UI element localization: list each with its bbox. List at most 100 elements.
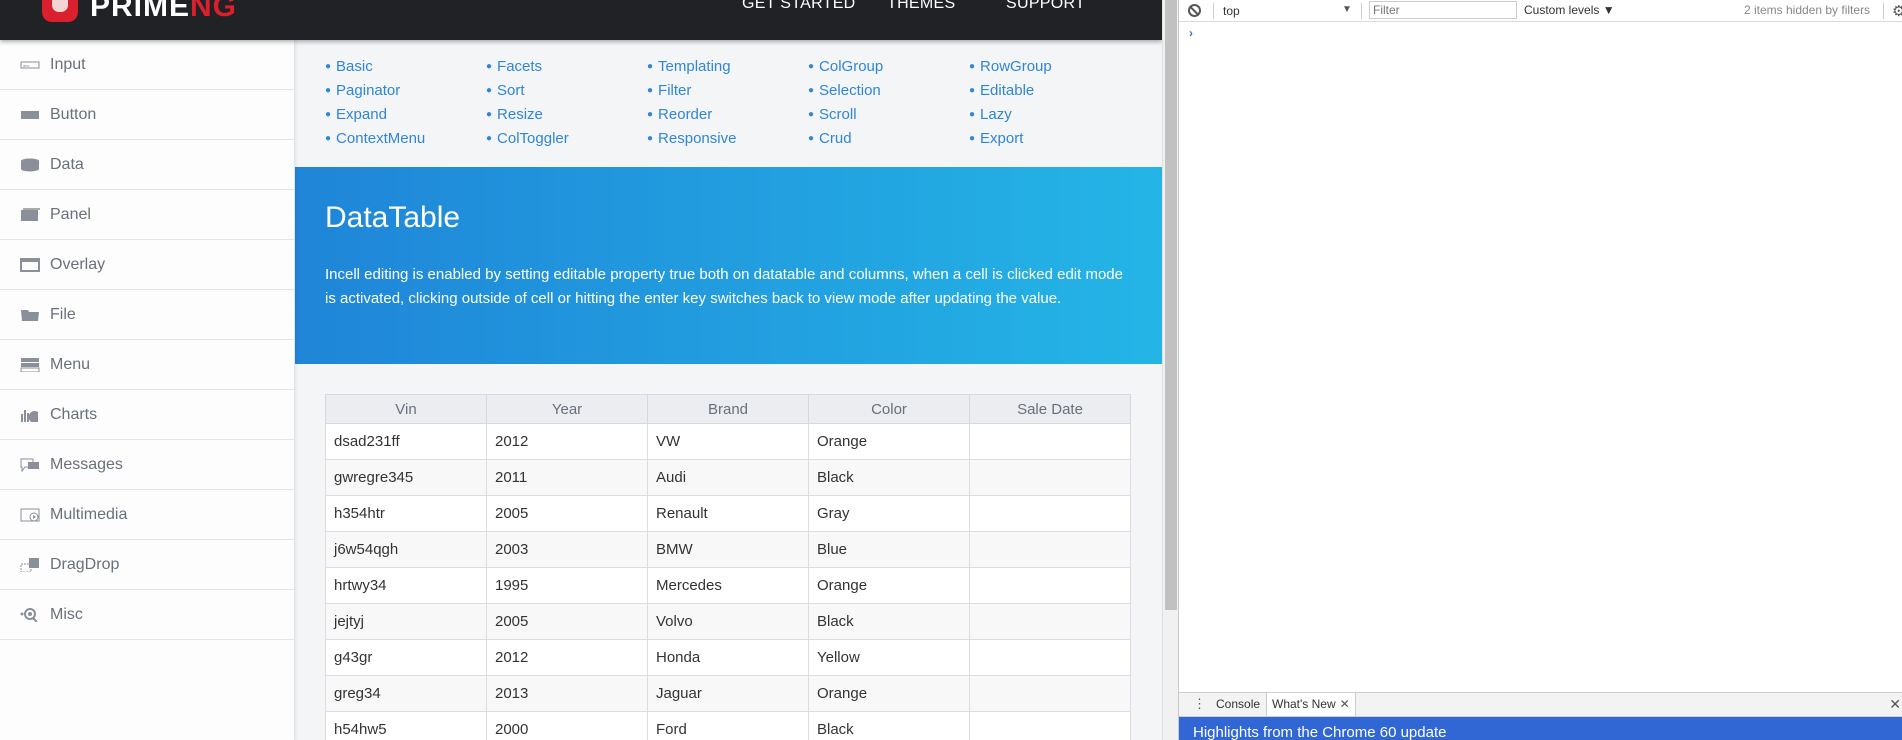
demo-link-crud[interactable]: Crud [808, 130, 969, 154]
editable-cell-color[interactable]: Blue [808, 531, 970, 568]
demo-link-templating[interactable]: Templating [647, 58, 808, 82]
editable-cell-color[interactable]: Yellow [808, 639, 970, 676]
column-header-year[interactable]: Year [486, 394, 648, 424]
console-filter-input[interactable] [1369, 1, 1517, 19]
demo-link-export[interactable]: Export [969, 130, 1130, 154]
gear-icon[interactable]: ⚙ [1892, 2, 1902, 20]
sidebar-item-menu[interactable]: Menu [0, 340, 294, 390]
close-drawer-icon[interactable]: ✕ [1889, 696, 1901, 713]
demo-link-expand[interactable]: Expand [325, 106, 486, 130]
editable-cell-sale-date[interactable] [969, 603, 1131, 640]
demo-link-scroll[interactable]: Scroll [808, 106, 969, 130]
editable-cell-year[interactable]: 1995 [486, 567, 648, 604]
editable-cell-sale-date[interactable] [969, 675, 1131, 712]
editable-cell-year[interactable]: 2013 [486, 675, 648, 712]
editable-cell-color[interactable]: Black [808, 711, 970, 740]
editable-cell-year[interactable]: 2005 [486, 495, 648, 532]
editable-cell-vin[interactable]: g43gr [325, 639, 487, 676]
editable-cell-vin[interactable]: jejtyj [325, 603, 487, 640]
sidebar-item-file[interactable]: File [0, 290, 294, 340]
nav-support[interactable]: SUPPORT [1006, 0, 1085, 13]
editable-cell-year[interactable]: 2012 [486, 639, 648, 676]
sidebar-item-button[interactable]: Button [0, 90, 294, 140]
editable-cell-sale-date[interactable] [969, 531, 1131, 568]
more-tools-icon[interactable]: ⋮ [1193, 696, 1206, 712]
sidebar-item-dragdrop[interactable]: DragDrop [0, 540, 294, 590]
sidebar-item-panel[interactable]: Panel [0, 190, 294, 240]
page-scrollbar[interactable] [1162, 0, 1178, 740]
editable-cell-year[interactable]: 2003 [486, 531, 648, 568]
editable-cell-vin[interactable]: j6w54qgh [325, 531, 487, 568]
tab-whats-new[interactable]: What's New ✕ [1266, 693, 1356, 716]
editable-cell-year[interactable]: 2000 [486, 711, 648, 740]
editable-cell-brand[interactable]: Ford [647, 711, 809, 740]
close-tab-icon[interactable]: ✕ [1340, 697, 1350, 711]
editable-cell-vin[interactable]: hrtwy34 [325, 567, 487, 604]
demo-link-paginator[interactable]: Paginator [325, 82, 486, 106]
demo-link-basic[interactable]: Basic [325, 58, 486, 82]
editable-cell-color[interactable]: Orange [808, 423, 970, 460]
editable-cell-color[interactable]: Black [808, 603, 970, 640]
editable-cell-brand[interactable]: BMW [647, 531, 809, 568]
editable-cell-brand[interactable]: Volvo [647, 603, 809, 640]
editable-cell-year[interactable]: 2005 [486, 603, 648, 640]
demo-link-colgroup[interactable]: ColGroup [808, 58, 969, 82]
demo-link-reorder[interactable]: Reorder [647, 106, 808, 130]
sidebar-item-multimedia[interactable]: Multimedia [0, 490, 294, 540]
demo-link-filter[interactable]: Filter [647, 82, 808, 106]
demo-link-coltoggler[interactable]: ColToggler [486, 130, 647, 154]
column-header-brand[interactable]: Brand [647, 394, 809, 424]
editable-cell-vin[interactable]: dsad231ff [325, 423, 487, 460]
editable-cell-color[interactable]: Gray [808, 495, 970, 532]
editable-cell-brand[interactable]: VW [647, 423, 809, 460]
nav-themes[interactable]: THEMES [887, 0, 955, 13]
log-levels-dropdown[interactable]: Custom levels ▼ [1524, 3, 1615, 17]
demo-link-selection[interactable]: Selection [808, 82, 969, 106]
demo-link-lazy[interactable]: Lazy [969, 106, 1130, 130]
demo-link-resize[interactable]: Resize [486, 106, 647, 130]
tab-console[interactable]: Console [1211, 693, 1265, 716]
sidebar-item-misc[interactable]: Misc [0, 590, 294, 640]
editable-cell-sale-date[interactable] [969, 423, 1131, 460]
editable-cell-brand[interactable]: Mercedes [647, 567, 809, 604]
editable-cell-sale-date[interactable] [969, 639, 1131, 676]
editable-cell-color[interactable]: Orange [808, 567, 970, 604]
editable-cell-color[interactable]: Black [808, 459, 970, 496]
nav-get-started[interactable]: GET STARTED [742, 0, 856, 13]
sidebar-item-charts[interactable]: Charts [0, 390, 294, 440]
editable-cell-brand[interactable]: Honda [647, 639, 809, 676]
editable-cell-brand[interactable]: Jaguar [647, 675, 809, 712]
sidebar-item-overlay[interactable]: Overlay [0, 240, 294, 290]
editable-cell-brand[interactable]: Renault [647, 495, 809, 532]
scrollbar-thumb[interactable] [1165, 0, 1177, 610]
editable-cell-brand[interactable]: Audi [647, 459, 809, 496]
demo-link-rowgroup[interactable]: RowGroup [969, 58, 1130, 82]
editable-cell-year[interactable]: 2012 [486, 423, 648, 460]
sidebar-item-data[interactable]: Data [0, 140, 294, 190]
demo-link-sort[interactable]: Sort [486, 82, 647, 106]
demo-link-contextmenu[interactable]: ContextMenu [325, 130, 486, 154]
column-header-color[interactable]: Color [808, 394, 970, 424]
editable-cell-year[interactable]: 2011 [486, 459, 648, 496]
editable-cell-sale-date[interactable] [969, 459, 1131, 496]
primeng-logo[interactable]: PRIMENG [42, 0, 237, 22]
context-dropdown-icon[interactable]: ▼ [1342, 4, 1352, 15]
column-header-sale-date[interactable]: Sale Date [969, 394, 1131, 424]
clear-console-icon[interactable] [1188, 4, 1201, 17]
demo-link-responsive[interactable]: Responsive [647, 130, 808, 154]
editable-cell-sale-date[interactable] [969, 495, 1131, 532]
sidebar-item-messages[interactable]: Messages [0, 440, 294, 490]
editable-cell-color[interactable]: Orange [808, 675, 970, 712]
editable-cell-vin[interactable]: h54hw5 [325, 711, 487, 740]
sidebar-item-input[interactable]: abc Input [0, 40, 294, 90]
demo-link-editable[interactable]: Editable [969, 82, 1130, 106]
editable-cell-sale-date[interactable] [969, 711, 1131, 740]
column-header-vin[interactable]: Vin [325, 394, 487, 424]
console-prompt[interactable]: › [1189, 26, 1193, 40]
context-selector[interactable]: top [1223, 4, 1240, 18]
demo-link-facets[interactable]: Facets [486, 58, 647, 82]
editable-cell-vin[interactable]: greg34 [325, 675, 487, 712]
editable-cell-vin[interactable]: gwregre345 [325, 459, 487, 496]
editable-cell-vin[interactable]: h354htr [325, 495, 487, 532]
editable-cell-sale-date[interactable] [969, 567, 1131, 604]
